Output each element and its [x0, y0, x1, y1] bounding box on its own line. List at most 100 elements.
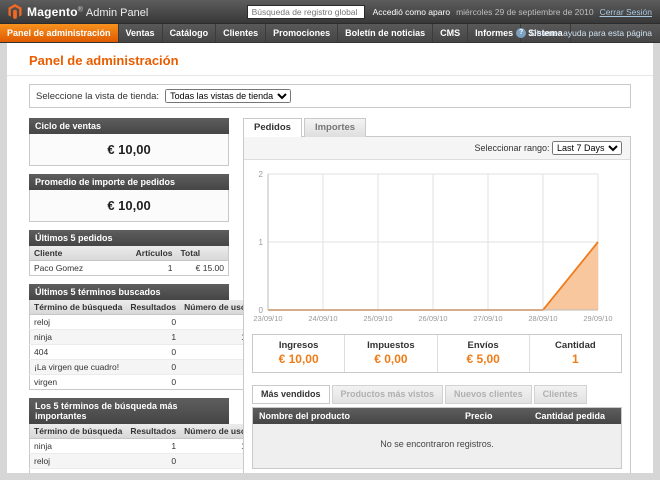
col-header-term: Término de búsqueda	[30, 424, 127, 439]
stat-label: Ingresos	[255, 340, 342, 351]
stat-label: Cantidad	[532, 340, 619, 351]
orders-chart: 01223/09/1024/09/1025/09/1026/09/1027/09…	[250, 166, 626, 326]
average-orders-block: Promedio de importe de pedidos € 10,00	[29, 174, 229, 222]
term: ¡La virgen que cuadro!	[30, 360, 127, 375]
brand-trademark: ®	[78, 6, 83, 13]
logout-link[interactable]: Cerrar Sesión	[600, 7, 652, 17]
page-help-link[interactable]: ? Obtener ayuda para esta página	[516, 24, 652, 42]
header-user-area: Accedió como aparo miércoles 29 de septi…	[373, 7, 652, 17]
store-view-select[interactable]: Todas las vistas de tienda	[165, 89, 291, 103]
brand-name: Magento	[27, 5, 78, 19]
average-orders-value: € 10,00	[29, 190, 229, 222]
totals-bar: Ingresos € 10,00 Impuestos € 0,00 Envíos…	[252, 334, 622, 373]
search-term-row[interactable]: reloj 0 2	[30, 315, 256, 330]
results: 0	[126, 375, 180, 390]
order-items: 1	[132, 261, 177, 276]
stat-cantidad: Cantidad 1	[529, 335, 621, 372]
page-title: Panel de administración	[29, 53, 631, 68]
term: reloj	[30, 315, 127, 330]
search-term-row[interactable]: ninja 1 10	[30, 330, 256, 345]
tab-productos-mas-vistos[interactable]: Productos más vistos	[332, 385, 444, 404]
tab-mas-vendidos[interactable]: Más vendidos	[252, 385, 330, 404]
lifetime-sales-block: Ciclo de ventas € 10,00	[29, 118, 229, 166]
store-view-label: Seleccione la vista de tienda:	[36, 91, 159, 102]
last-orders-table: Cliente Artículos Total Paco Gomez 1 € 1…	[29, 246, 229, 276]
last-orders-block: Últimos 5 pedidos Cliente Artículos Tota…	[29, 230, 229, 276]
svg-text:29/09/10: 29/09/10	[583, 314, 612, 323]
term: ninja	[30, 439, 127, 454]
stat-value: 1	[532, 352, 619, 366]
grid-tabs: Más vendidos Productos más vistos Nuevos…	[252, 385, 622, 404]
order-total: € 15.00	[177, 261, 229, 276]
results: 0	[126, 360, 180, 375]
nav-item-informes[interactable]: Informes	[468, 24, 521, 42]
search-term-row[interactable]: ¡La virgen que cuadro! 0 2	[30, 469, 256, 474]
results: 0	[126, 469, 180, 474]
top-search-table: Término de búsqueda Resultados Número de…	[29, 424, 256, 473]
nav-item-dashboard[interactable]: Panel de administración	[0, 24, 119, 42]
title-row: Panel de administración	[7, 43, 653, 76]
col-header-term: Término de búsqueda	[30, 300, 127, 315]
stat-value: € 10,00	[255, 352, 342, 366]
chart-tabs: Pedidos Importes	[243, 118, 631, 136]
tab-nuevos-clientes[interactable]: Nuevos clientes	[445, 385, 532, 404]
search-term-row[interactable]: 404 0 1	[30, 345, 256, 360]
col-header-articulos: Artículos	[132, 246, 177, 261]
dashboard-columns: Ciclo de ventas € 10,00 Promedio de impo…	[29, 118, 631, 473]
nav-item-ventas[interactable]: Ventas	[119, 24, 163, 42]
magento-logo-icon	[8, 4, 22, 19]
term: virgen	[30, 375, 127, 390]
search-term-row[interactable]: ninja 1 10	[30, 439, 256, 454]
orders-panel: Seleccionar rango: Last 7 Days 01223/09/…	[243, 136, 631, 473]
top-header: Magento®Admin Panel Accedió como aparo m…	[0, 0, 660, 24]
stat-impuestos: Impuestos € 0,00	[344, 335, 436, 372]
results: 0	[126, 315, 180, 330]
stat-label: Impuestos	[347, 340, 434, 351]
svg-text:25/09/10: 25/09/10	[363, 314, 392, 323]
nav-item-catalogo[interactable]: Catálogo	[163, 24, 217, 42]
last-search-block: Últimos 5 términos buscados Término de b…	[29, 284, 229, 390]
top-search-title: Los 5 términos de búsqueda más important…	[29, 398, 229, 424]
content-area: Panel de administración Seleccione la vi…	[7, 43, 653, 473]
help-icon: ?	[516, 28, 526, 38]
empty-message: No se encontraron registros.	[253, 424, 621, 468]
tab-pedidos[interactable]: Pedidos	[243, 118, 302, 137]
bestsellers-grid: Nombre del producto Precio Cantidad pedi…	[252, 407, 622, 469]
search-term-row[interactable]: virgen 0 1	[30, 375, 256, 390]
tab-clientes[interactable]: Clientes	[534, 385, 587, 404]
term: ¡La virgen que cuadro!	[30, 469, 127, 474]
logged-in-text: Accedió como aparo	[373, 7, 451, 17]
tab-importes[interactable]: Importes	[304, 118, 366, 137]
results: 0	[126, 454, 180, 469]
term: reloj	[30, 454, 127, 469]
search-term-row[interactable]: reloj 0 2	[30, 454, 256, 469]
nav-item-clientes[interactable]: Clientes	[216, 24, 266, 42]
help-text: Obtener ayuda para esta página	[530, 28, 652, 38]
range-label: Seleccionar rango:	[474, 143, 549, 153]
search-term-row[interactable]: ¡La virgen que cuadro! 0 2	[30, 360, 256, 375]
svg-text:23/09/10: 23/09/10	[253, 314, 282, 323]
page-root: Magento®Admin Panel Accedió como aparo m…	[0, 0, 660, 473]
col-header-results: Resultados	[126, 300, 180, 315]
main-nav: Panel de administración Ventas Catálogo …	[0, 24, 660, 43]
stat-value: € 5,00	[440, 352, 527, 366]
col-header-qty: Cantidad pedida	[529, 408, 621, 424]
stat-ingresos: Ingresos € 10,00	[253, 335, 344, 372]
top-search-block: Los 5 términos de búsqueda más important…	[29, 398, 229, 473]
last-search-table: Término de búsqueda Resultados Número de…	[29, 300, 256, 390]
nav-item-boletin[interactable]: Boletín de noticias	[338, 24, 433, 42]
chart-wrap: 01223/09/1024/09/1025/09/1026/09/1027/09…	[244, 160, 630, 326]
nav-item-cms[interactable]: CMS	[433, 24, 468, 42]
results: 0	[126, 345, 180, 360]
order-row[interactable]: Paco Gomez 1 € 15.00	[30, 261, 229, 276]
col-header-total: Total	[177, 246, 229, 261]
col-header-product-name: Nombre del producto	[253, 408, 459, 424]
lifetime-sales-value: € 10,00	[29, 134, 229, 166]
nav-item-promociones[interactable]: Promociones	[266, 24, 338, 42]
global-search-input[interactable]	[247, 5, 365, 19]
col-header-results: Resultados	[126, 424, 180, 439]
header-date: miércoles 29 de septiembre de 2010	[456, 7, 594, 17]
svg-text:24/09/10: 24/09/10	[308, 314, 337, 323]
range-select[interactable]: Last 7 Days	[552, 141, 622, 155]
svg-text:2: 2	[259, 170, 264, 179]
